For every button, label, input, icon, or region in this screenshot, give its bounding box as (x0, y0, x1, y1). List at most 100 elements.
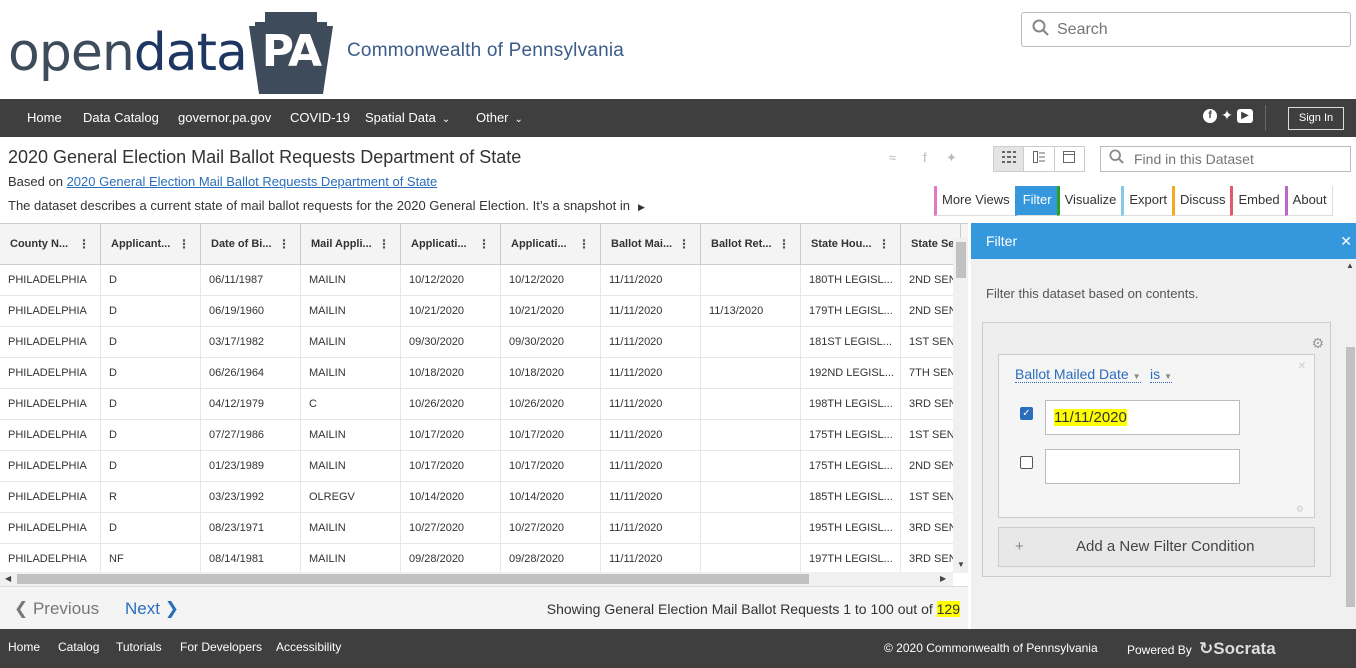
tab-discuss[interactable]: Discuss (1171, 186, 1231, 216)
nav-other[interactable]: Other ⌄ (476, 99, 523, 137)
column-menu-icon[interactable]: ⋮ (878, 224, 890, 265)
rss-icon[interactable]: ≈ (889, 150, 896, 165)
table-row[interactable]: PHILADELPHIA R 03/23/1992 OLREGV 10/14/2020 1… (0, 482, 953, 513)
column-header[interactable]: Applicati... ⋮ (401, 224, 501, 265)
column-header[interactable]: Mail Appli... ⋮ (301, 224, 401, 265)
expand-description-icon[interactable]: ▶ (638, 202, 645, 212)
add-filter-condition-button[interactable]: + Add a New Filter Condition (998, 527, 1315, 567)
table-cell (701, 265, 801, 296)
footer-link-tutorials[interactable]: Tutorials (116, 629, 162, 666)
column-menu-icon[interactable]: ⋮ (778, 224, 790, 265)
nav-covid[interactable]: COVID-19 (290, 99, 350, 137)
scroll-up-icon[interactable]: ▲ (1346, 261, 1354, 270)
column-menu-icon[interactable]: ⋮ (178, 224, 190, 265)
powered-by[interactable]: Powered By ↻Socrata (1127, 629, 1276, 668)
table-row[interactable]: PHILADELPHIA D 01/23/1989 MAILIN 10/17/2020 1… (0, 451, 953, 482)
grid-vertical-scrollbar[interactable]: ▼ (953, 238, 968, 573)
site-search-input[interactable] (1057, 20, 1327, 39)
list-view-button[interactable] (1024, 147, 1055, 171)
scrollbar-thumb[interactable] (956, 242, 966, 278)
facebook-share-icon[interactable]: f (923, 150, 927, 165)
footer-link-developers[interactable]: For Developers (180, 629, 262, 666)
previous-page-button[interactable]: ❮ Previous (14, 599, 99, 619)
table-cell: 11/11/2020 (601, 544, 701, 574)
table-row[interactable]: PHILADELPHIA NF 08/14/1981 MAILIN 09/28/2020… (0, 544, 953, 574)
tab-more-views[interactable]: More Views (934, 186, 1015, 216)
nav-spatial-data[interactable]: Spatial Data ⌄ (365, 99, 450, 137)
column-header[interactable]: State Se... (901, 224, 961, 265)
sign-in-button[interactable]: Sign In (1288, 107, 1344, 130)
grid-view-button[interactable] (994, 147, 1025, 171)
grid-body: PHILADELPHIA D 06/11/1987 MAILIN 10/12/2020 1… (0, 265, 953, 574)
twitter-icon[interactable]: ✦ (1220, 108, 1234, 123)
tab-export[interactable]: Export (1121, 186, 1172, 216)
footer-link-accessibility[interactable]: Accessibility (276, 629, 341, 666)
page-view-button[interactable] (1054, 147, 1084, 171)
table-row[interactable]: PHILADELPHIA D 06/19/1960 MAILIN 10/21/2020 1… (0, 296, 953, 327)
condition-gear-icon[interactable]: ⚙ (1296, 504, 1304, 515)
column-header[interactable]: Applicant... ⋮ (101, 224, 201, 265)
facebook-icon[interactable]: f (1203, 109, 1217, 123)
column-header[interactable]: Date of Bi... ⋮ (201, 224, 301, 265)
scrollbar-thumb[interactable] (17, 574, 809, 584)
powered-by-label: Powered By (1127, 643, 1192, 657)
scrollbar-thumb[interactable] (1346, 347, 1355, 607)
based-on-link[interactable]: 2020 General Election Mail Ballot Reques… (67, 174, 438, 189)
close-icon[interactable]: ✕ (1340, 223, 1352, 259)
filter-operator-select[interactable]: is ▼ (1150, 366, 1173, 383)
table-row[interactable]: PHILADELPHIA D 08/23/1971 MAILIN 10/27/2020 1… (0, 513, 953, 544)
column-header[interactable]: Ballot Ret... ⋮ (701, 224, 801, 265)
tab-visualize[interactable]: Visualize (1056, 186, 1122, 216)
column-menu-icon[interactable]: ⋮ (78, 224, 90, 265)
twitter-share-icon[interactable]: ✦ (946, 150, 957, 166)
column-header[interactable]: State Hou... ⋮ (801, 224, 901, 265)
column-header[interactable]: County N... ⋮ (0, 224, 101, 265)
tab-filter[interactable]: Filter (1014, 186, 1057, 216)
tab-about[interactable]: About (1284, 186, 1333, 216)
table-cell: 10/14/2020 (501, 482, 601, 513)
column-menu-icon[interactable]: ⋮ (478, 224, 490, 265)
table-row[interactable]: PHILADELPHIA D 04/12/1979 C 10/26/2020 10/26/… (0, 389, 953, 420)
table-cell: 10/17/2020 (501, 451, 601, 482)
filter-value-checkbox-1[interactable]: ✓ (1020, 407, 1033, 420)
column-menu-icon[interactable]: ⋮ (378, 224, 390, 265)
grid-horizontal-scrollbar[interactable]: ◀ ▶ (0, 572, 953, 586)
filter-value-checkbox-2[interactable] (1020, 456, 1033, 469)
site-search-box[interactable] (1021, 12, 1351, 47)
column-menu-icon[interactable]: ⋮ (278, 224, 290, 265)
filter-column-select[interactable]: Ballot Mailed Date ▼ (1015, 366, 1141, 383)
filter-value-text-1: 11/11/2020 (1054, 409, 1127, 426)
dataset-find-box[interactable] (1100, 146, 1351, 172)
nav-governor[interactable]: governor.pa.gov (178, 99, 271, 137)
filter-value-input-1[interactable]: 11/11/2020 (1045, 400, 1240, 435)
table-row[interactable]: PHILADELPHIA D 03/17/1982 MAILIN 09/30/2020 0… (0, 327, 953, 358)
footer-link-catalog[interactable]: Catalog (58, 629, 99, 666)
next-page-button[interactable]: Next ❯ (125, 599, 179, 619)
table-cell: 181ST LEGISL... (801, 327, 901, 358)
scroll-left-icon[interactable]: ◀ (5, 574, 11, 583)
table-row[interactable]: PHILADELPHIA D 06/11/1987 MAILIN 10/12/2020 1… (0, 265, 953, 296)
column-header[interactable]: Ballot Mai... ⋮ (601, 224, 701, 265)
youtube-icon[interactable]: ▶ (1237, 109, 1253, 123)
table-row[interactable]: PHILADELPHIA D 07/27/1986 MAILIN 10/17/2020 1… (0, 420, 953, 451)
nav-home[interactable]: Home (27, 99, 62, 137)
dataset-find-input[interactable] (1134, 151, 1334, 167)
remove-condition-icon[interactable]: ✕ (1298, 361, 1306, 372)
filter-value-input-2[interactable] (1045, 449, 1240, 484)
column-header[interactable]: Applicati... ⋮ (501, 224, 601, 265)
nav-data-catalog[interactable]: Data Catalog (83, 99, 159, 137)
plus-icon: + (1015, 538, 1024, 555)
footer-link-home[interactable]: Home (8, 629, 40, 666)
gear-icon[interactable]: ⚙ (1311, 335, 1324, 352)
opendatapa-logo[interactable]: open data PA (8, 10, 333, 95)
tab-embed[interactable]: Embed (1230, 186, 1285, 216)
scroll-right-icon[interactable]: ▶ (940, 574, 946, 583)
column-menu-icon[interactable]: ⋮ (578, 224, 590, 265)
table-row[interactable]: PHILADELPHIA D 06/26/1964 MAILIN 10/18/2020 1… (0, 358, 953, 389)
table-cell: 2ND SEN (901, 265, 953, 296)
column-menu-icon[interactable]: ⋮ (678, 224, 690, 265)
filter-pane-scrollbar[interactable]: ▲ (1344, 261, 1356, 629)
scroll-down-icon[interactable]: ▼ (957, 560, 965, 569)
table-cell: MAILIN (301, 544, 401, 574)
main-nav: Home Data Catalog governor.pa.gov COVID-… (0, 99, 1356, 137)
